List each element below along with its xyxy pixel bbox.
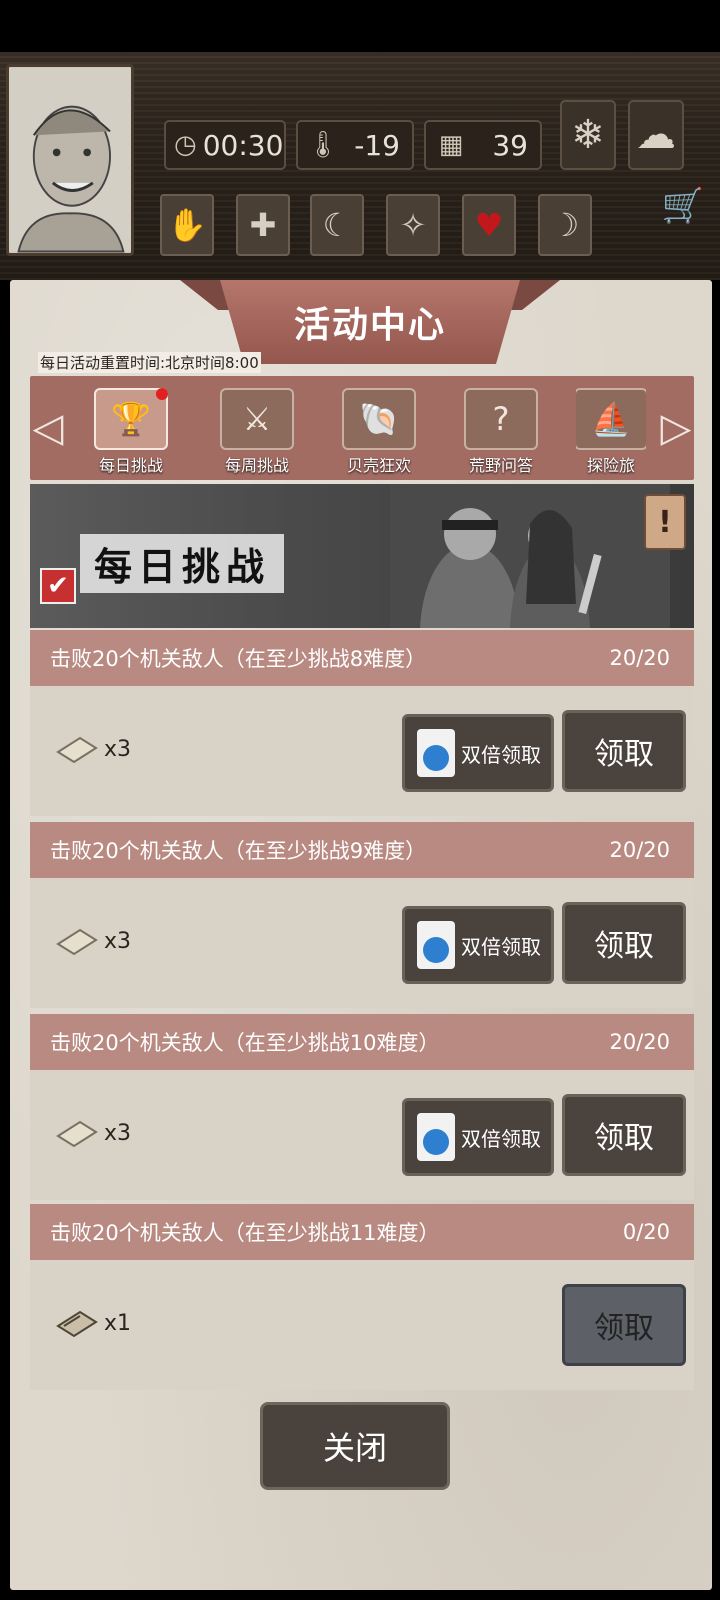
claim-button-disabled[interactable]: 领取 — [562, 1284, 686, 1366]
activity-center-panel: 活动中心 每日活动重置时间:北京时间8:00 ◁ 🏆 每日挑战 ⚔ 每周挑战 🐚… — [10, 280, 712, 1590]
thermometer-icon: 🌡 — [306, 130, 340, 160]
mind-icon[interactable]: ✧ — [386, 194, 440, 256]
game-header: ◷ 00:30 🌡 -19 ▦ 39 ❄ ☁ ✋ ✚ ☾ ✧ ♥ ☽ 🛒 — [0, 52, 720, 280]
video-icon — [417, 729, 455, 777]
claim-button[interactable]: 领取 — [562, 902, 686, 984]
shell-icon: 🐚 — [342, 388, 416, 450]
checkbox-checked[interactable]: ✔ — [40, 568, 76, 604]
task-title: 击败20个机关敌人（在至少挑战10难度） — [50, 1031, 440, 1055]
reward: x3 — [54, 1116, 131, 1150]
paper-icon — [56, 928, 98, 956]
tab-daily-challenge[interactable]: 🏆 每日挑战 — [88, 382, 174, 476]
tab-expedition[interactable]: ⛵ 探险旅 — [576, 382, 646, 476]
task-row: x3 双倍领取 领取 — [30, 1070, 694, 1200]
reward: x1 — [54, 1306, 131, 1340]
tab-weekly-challenge[interactable]: ⚔ 每周挑战 — [214, 382, 300, 476]
crossed-swords-icon: ⚔ — [220, 388, 294, 450]
character-portrait[interactable] — [6, 64, 134, 256]
temperature-display: 🌡 -19 — [296, 120, 414, 170]
paper-icon — [56, 736, 98, 764]
stomach-icon[interactable]: ☾ — [310, 194, 364, 256]
status-bar — [0, 0, 720, 52]
task-row: x3 双倍领取 领取 — [30, 878, 694, 1008]
task-header: 击败20个机关敌人（在至少挑战10难度） 20/20 — [30, 1014, 694, 1070]
tab-scroll-left-icon[interactable]: ◁ — [30, 386, 66, 470]
clock-icon: ◷ — [174, 130, 197, 160]
info-button[interactable]: ! — [644, 494, 686, 550]
task-row: x1 领取 — [30, 1260, 694, 1390]
question-bubble-icon: ? — [464, 388, 538, 450]
double-claim-button[interactable]: 双倍领取 — [402, 1098, 554, 1176]
reward-quantity: x3 — [104, 928, 132, 954]
snowflake-icon[interactable]: ❄ — [560, 100, 616, 170]
moon-icon[interactable]: ☽ — [538, 194, 592, 256]
snow-cloud-icon[interactable]: ☁ — [628, 100, 684, 170]
bandaged-hand-icon[interactable]: ✋ — [160, 194, 214, 256]
double-claim-button[interactable]: 双倍领取 — [402, 714, 554, 792]
task-title: 击败20个机关敌人（在至少挑战8难度） — [50, 647, 427, 671]
reward-quantity: x3 — [104, 1120, 132, 1146]
tab-scroll-right-icon[interactable]: ▷ — [658, 386, 694, 470]
task-progress: 20/20 — [609, 1030, 670, 1054]
reward: x3 — [54, 924, 131, 958]
tab-wilderness-quiz[interactable]: ? 荒野问答 — [458, 382, 544, 476]
tab-shell-carnival[interactable]: 🐚 贝壳狂欢 — [336, 382, 422, 476]
task-header: 击败20个机关敌人（在至少挑战9难度） 20/20 — [30, 822, 694, 878]
heart-icon[interactable]: ♥ — [462, 194, 516, 256]
double-claim-button[interactable]: 双倍领取 — [402, 906, 554, 984]
close-button[interactable]: 关闭 — [260, 1402, 450, 1490]
characters-artwork — [390, 484, 670, 628]
video-icon — [417, 921, 455, 969]
day-counter: ▦ 39 — [424, 120, 542, 170]
task-progress: 20/20 — [609, 646, 670, 670]
task-title: 击败20个机关敌人（在至少挑战11难度） — [50, 1221, 440, 1245]
video-icon — [417, 1113, 455, 1161]
task-header: 击败20个机关敌人（在至少挑战8难度） 20/20 — [30, 630, 694, 686]
ship-icon: ⛵ — [576, 388, 646, 450]
task-row: x3 双倍领取 领取 — [30, 686, 694, 816]
reset-time-note: 每日活动重置时间:北京时间8:00 — [38, 352, 261, 373]
reward: x3 — [54, 732, 131, 766]
activity-tab-bar: ◁ 🏆 每日挑战 ⚔ 每周挑战 🐚 贝壳狂欢 ? 荒野问答 ⛵ 探险旅 ▷ — [30, 376, 694, 480]
claim-button[interactable]: 领取 — [562, 710, 686, 792]
notebook-icon — [56, 1310, 98, 1338]
shopping-cart-icon[interactable]: 🛒 — [662, 186, 704, 226]
reward-quantity: x3 — [104, 736, 132, 762]
paper-icon — [56, 1120, 98, 1148]
health-cross-icon[interactable]: ✚ — [236, 194, 290, 256]
time-display: ◷ 00:30 — [164, 120, 286, 170]
panel-title: 活动中心 — [220, 280, 520, 364]
calendar-icon: ▦ — [438, 130, 464, 160]
task-header: 击败20个机关敌人（在至少挑战11难度） 0/20 — [30, 1204, 694, 1260]
notification-dot — [156, 388, 168, 400]
task-progress: 0/20 — [622, 1220, 670, 1244]
banner-title: 每日挑战 — [80, 534, 285, 593]
task-progress: 20/20 — [609, 838, 670, 862]
reward-quantity: x1 — [104, 1310, 132, 1336]
daily-challenge-banner: 每日挑战 ✔ ! — [30, 484, 694, 628]
claim-button[interactable]: 领取 — [562, 1094, 686, 1176]
task-title: 击败20个机关敌人（在至少挑战9难度） — [50, 839, 427, 863]
